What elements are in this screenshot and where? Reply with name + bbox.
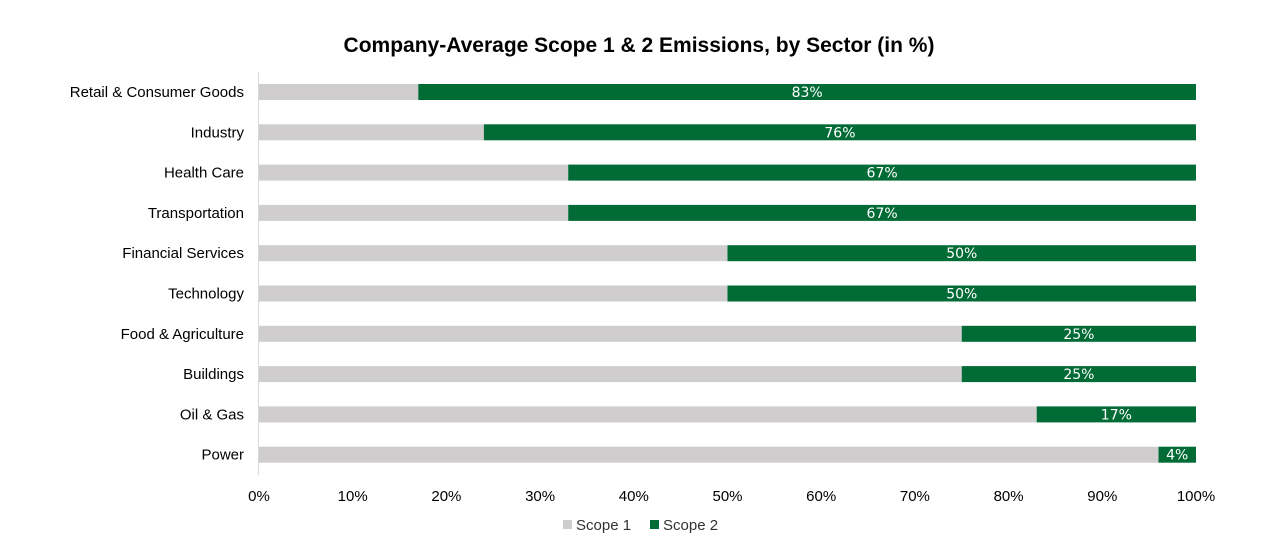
bars-group: 83% 76% 67% 67% 50% 50% 25% 25% 17% 4% [259,84,1196,464]
x-tick-label: 80% [994,488,1024,505]
data-label: 25% [1063,367,1094,383]
category-label: Food & Agriculture [121,326,244,343]
category-label: Technology [168,286,244,303]
data-label: 67% [867,206,898,222]
bar-scope-1 [259,245,728,262]
category-label: Transportation [148,205,244,222]
category-labels: Retail & Consumer Goods Industry Health Ca… [70,84,245,464]
bar-scope-1 [259,366,962,383]
x-tick-label: 40% [619,488,649,505]
data-label: 25% [1063,327,1094,343]
x-tick-label: 0% [248,488,270,505]
category-label: Power [201,447,244,464]
bar-scope-1 [259,446,1159,463]
data-label: 17% [1101,407,1132,423]
data-label: 83% [792,85,823,101]
x-tick-label: 90% [1087,488,1117,505]
category-label: Buildings [183,366,244,383]
legend: Scope 1 Scope 2 [563,517,718,534]
data-label: 50% [946,287,977,303]
x-tick-label: 20% [431,488,461,505]
bar-scope-1 [259,204,569,221]
legend-label: Scope 1 [576,517,631,534]
data-label: 4% [1166,448,1188,464]
bar-scope-1 [259,406,1037,423]
x-tick-label: 100% [1177,488,1215,505]
x-tick-label: 60% [806,488,836,505]
category-label: Health Care [164,165,244,182]
category-label: Retail & Consumer Goods [70,84,244,101]
category-label: Industry [191,124,245,141]
bar-scope-1 [259,285,728,302]
bar-scope-1 [259,325,962,342]
category-label: Financial Services [122,245,244,262]
x-tick-label: 70% [900,488,930,505]
bar-scope-1 [259,124,484,141]
x-axis-ticks: 0% 10% 20% 30% 40% 50% 60% 70% 80% 90% 100% [248,488,1215,505]
data-label: 50% [946,246,977,262]
legend-swatch [650,520,659,529]
bar-scope-1 [259,164,569,181]
category-label: Oil & Gas [180,406,244,423]
chart: Company-Average Scope 1 & 2 Emissions, b… [70,34,1215,534]
data-label: 76% [824,125,855,141]
chart-title: Company-Average Scope 1 & 2 Emissions, b… [344,34,935,57]
bar-scope-1 [259,84,419,100]
data-label: 67% [867,166,898,182]
legend-label: Scope 2 [663,517,718,534]
x-tick-label: 50% [712,488,742,505]
x-tick-label: 30% [525,488,555,505]
x-tick-label: 10% [338,488,368,505]
legend-swatch [563,520,572,529]
